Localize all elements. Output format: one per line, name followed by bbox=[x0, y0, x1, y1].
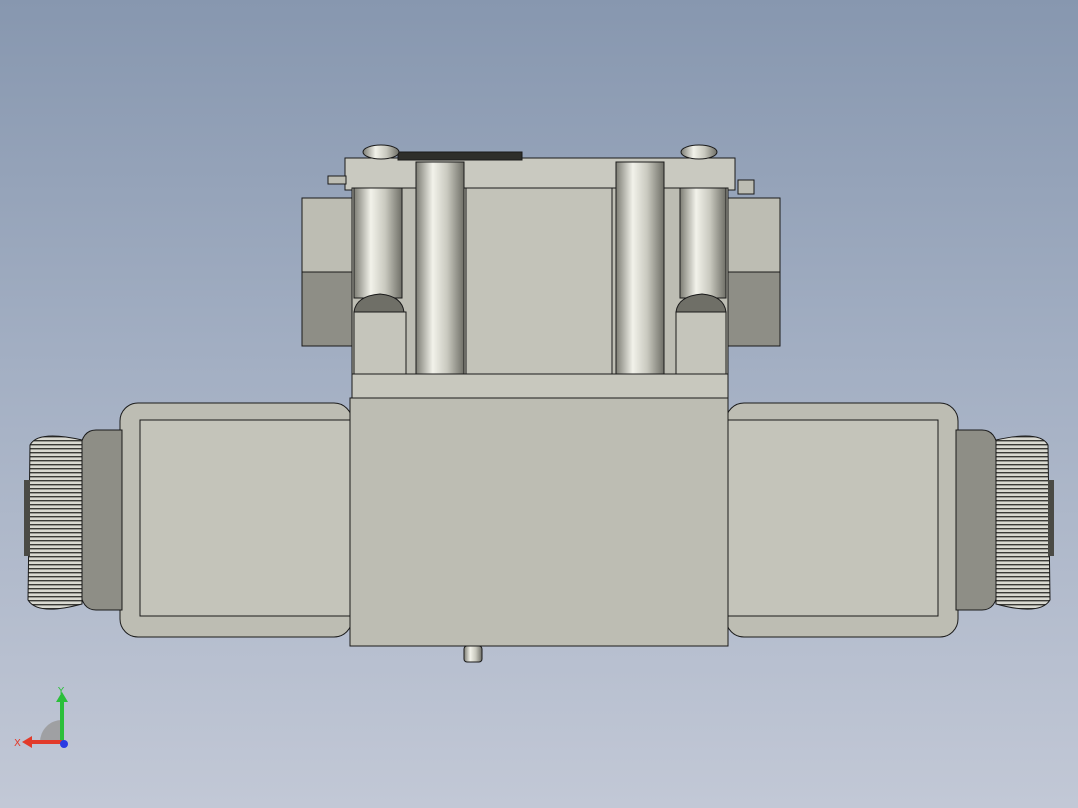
pilot-right-lower bbox=[675, 311, 727, 375]
knob-left-knurl bbox=[27, 435, 83, 610]
knob-right-cap bbox=[955, 429, 999, 611]
screw-head-right bbox=[680, 144, 718, 160]
pilot-top-strip bbox=[397, 151, 523, 161]
pilot-column-left bbox=[415, 161, 465, 401]
pilot-left-lower bbox=[353, 311, 407, 375]
x-axis-arrowhead bbox=[22, 736, 32, 748]
pilot-right-block-shade bbox=[725, 271, 781, 347]
solenoid-left-face bbox=[139, 419, 353, 617]
pilot-left-rod bbox=[353, 187, 403, 299]
y-axis-label: Y bbox=[57, 686, 65, 697]
graphics-viewport[interactable]: Y X bbox=[0, 0, 1078, 808]
pilot-top-right-tab bbox=[737, 179, 755, 195]
valve-model[interactable] bbox=[0, 0, 1078, 808]
knob-right-tab bbox=[1048, 480, 1054, 556]
knob-right-knurl bbox=[995, 435, 1051, 610]
axis-triad: Y X bbox=[14, 686, 68, 749]
valve-center-block bbox=[349, 397, 729, 647]
pilot-left-block-shade bbox=[301, 271, 357, 347]
screw-head-left bbox=[362, 144, 400, 160]
z-axis-dot bbox=[60, 740, 68, 748]
pilot-right-rod bbox=[679, 187, 727, 299]
knob-left-cap bbox=[79, 429, 123, 611]
knob-left-tab bbox=[24, 480, 30, 556]
pilot-center-panel bbox=[465, 187, 613, 375]
pilot-top-plate bbox=[344, 157, 736, 191]
triad-quarter-disc bbox=[40, 720, 62, 742]
valve-bottom-stub bbox=[463, 645, 483, 663]
x-axis-label: X bbox=[14, 738, 21, 749]
solenoid-right-face bbox=[725, 419, 939, 617]
pilot-top-left-tab bbox=[327, 175, 347, 185]
pilot-column-right bbox=[615, 161, 665, 401]
